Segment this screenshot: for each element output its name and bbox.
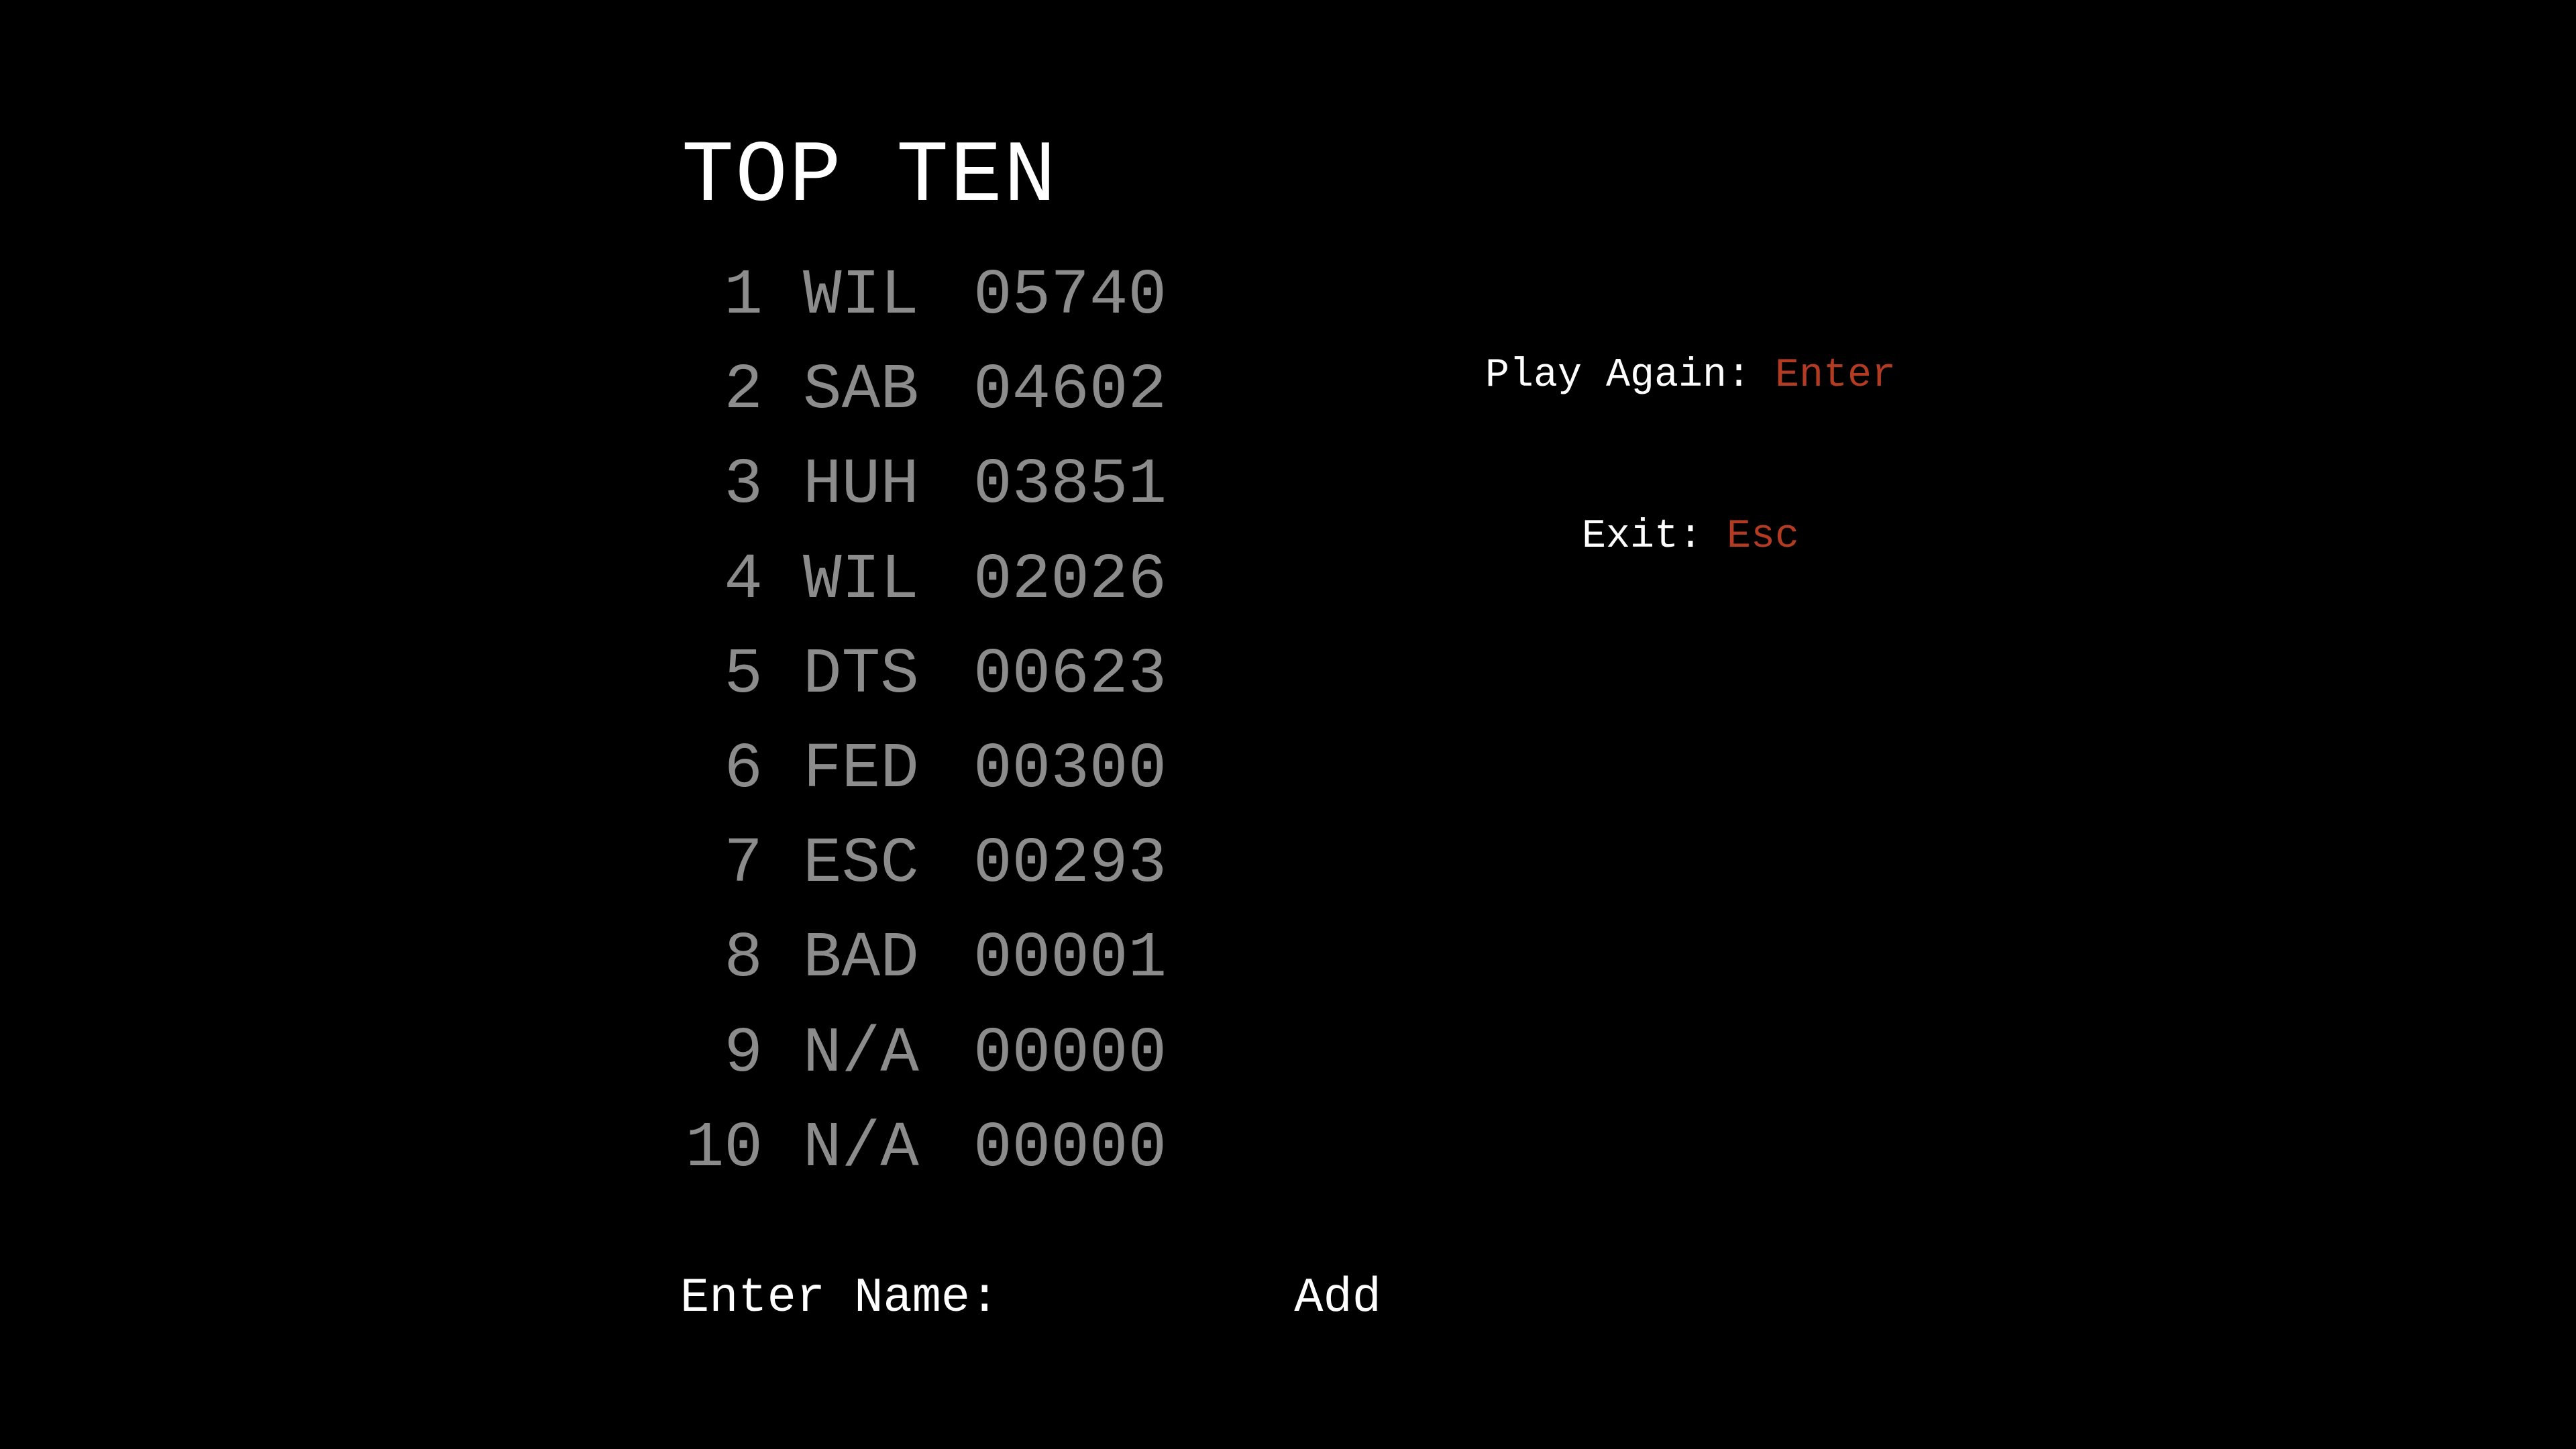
exit-hint: Exit: Esc (1409, 510, 1972, 564)
page-title: TOP TEN (682, 128, 1058, 227)
player-name: BAD (803, 922, 919, 996)
rank: 7 (724, 827, 763, 901)
rank: 10 (685, 1111, 763, 1185)
leaderboard-row: 10 N/A 00000 (679, 1101, 1167, 1195)
player-score: 00300 (973, 733, 1167, 806)
rank: 8 (724, 922, 763, 996)
play-again-key: Enter (1775, 353, 1896, 398)
rank: 6 (724, 733, 763, 806)
leaderboard-row: 1 WIL 05740 (679, 248, 1167, 343)
rank: 3 (724, 448, 763, 522)
leaderboard-row: 4 WIL 02026 (679, 533, 1167, 627)
leaderboard-row: 3 HUH 03851 (679, 437, 1167, 532)
rank: 4 (724, 543, 763, 616)
leaderboard-row: 8 BAD 00001 (679, 911, 1167, 1006)
player-score: 00000 (973, 1111, 1167, 1185)
player-name: SAB (803, 354, 919, 427)
player-name: WIL (803, 543, 919, 616)
play-again-label: Play Again: (1485, 353, 1776, 398)
leaderboard-row: 5 DTS 00623 (679, 627, 1167, 722)
player-name: ESC (803, 827, 919, 901)
leaderboard-row: 6 FED 00300 (679, 722, 1167, 816)
player-name: HUH (803, 448, 919, 522)
rank: 2 (724, 354, 763, 427)
player-name: DTS (803, 637, 919, 711)
rank: 5 (724, 637, 763, 711)
leaderboard-row: 9 N/A 00000 (679, 1006, 1167, 1101)
leaderboard-row: 2 SAB 04602 (679, 343, 1167, 437)
leaderboard: 1 WIL 05740 2 SAB 04602 3 HUH 03851 4 WIL 02026 … (679, 248, 1167, 1195)
player-score: 00293 (973, 827, 1167, 901)
player-score: 02026 (973, 543, 1167, 616)
player-name: N/A (803, 1111, 919, 1185)
name-input[interactable] (1012, 1268, 1295, 1328)
play-again-hint: Play Again: Enter (1409, 349, 1972, 402)
controls-help: Play Again: Enter Exit: Esc (1409, 241, 1972, 617)
name-entry: Enter Name: Add (680, 1261, 1381, 1335)
player-name: WIL (803, 259, 919, 333)
add-button[interactable]: Add (1294, 1271, 1381, 1326)
player-name: N/A (803, 1016, 919, 1090)
enter-name-label: Enter Name: (680, 1271, 1000, 1326)
rank: 9 (724, 1016, 763, 1090)
player-score: 00000 (973, 1016, 1167, 1090)
player-score: 03851 (973, 448, 1167, 522)
player-score: 04602 (973, 354, 1167, 427)
player-score: 00001 (973, 922, 1167, 996)
exit-key: Esc (1727, 514, 1800, 559)
exit-label: Exit: (1581, 514, 1727, 559)
leaderboard-row: 7 ESC 00293 (679, 816, 1167, 911)
rank: 1 (724, 259, 763, 333)
player-score: 00623 (973, 637, 1167, 711)
player-name: FED (803, 733, 919, 806)
player-score: 05740 (973, 259, 1167, 333)
